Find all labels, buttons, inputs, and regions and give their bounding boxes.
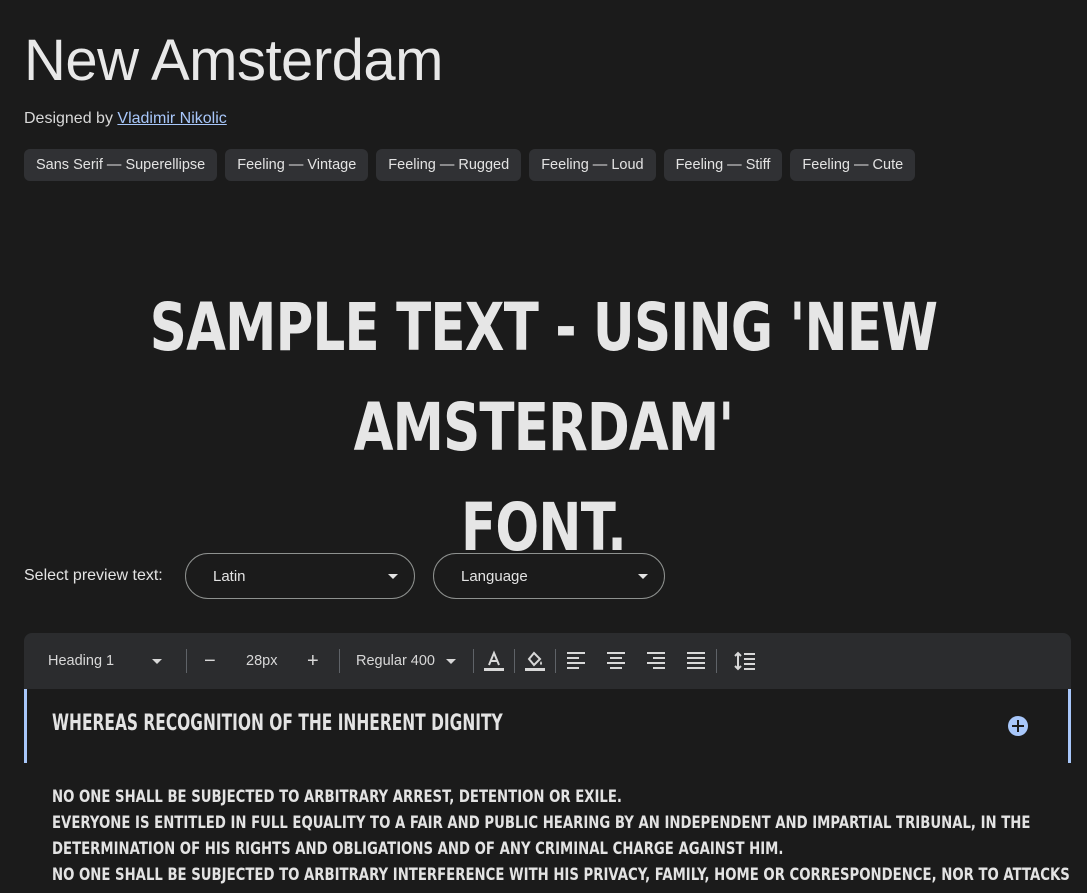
toolbar-divider <box>186 649 187 673</box>
chevron-down-icon <box>388 574 398 579</box>
toolbar-divider <box>555 649 556 673</box>
font-weight-value: Regular 400 <box>356 653 435 669</box>
text-style-value: Heading 1 <box>48 653 115 669</box>
text-color-icon[interactable] <box>483 650 505 672</box>
tag-feeling-rugged[interactable]: Feeling — Rugged <box>376 149 522 181</box>
align-center-icon[interactable] <box>605 650 627 672</box>
toolbar-divider <box>473 649 474 673</box>
editor-heading-text[interactable]: WHEREAS RECOGNITION OF THE INHERENT DIGN… <box>52 711 503 736</box>
script-select[interactable]: Latin <box>185 553 415 599</box>
editor-paragraph: NO ONE SHALL BE SUBJECTED TO ARBITRARY I… <box>52 865 1070 885</box>
tag-feeling-cute[interactable]: Feeling — Cute <box>790 149 916 181</box>
chevron-down-icon <box>638 574 648 579</box>
editor-paragraph: DETERMINATION OF HIS RIGHTS AND OBLIGATI… <box>52 839 784 859</box>
language-select[interactable]: Language <box>433 553 665 599</box>
language-select-value: Language <box>461 568 528 585</box>
align-right-icon[interactable] <box>645 650 667 672</box>
editor-paragraph: NO ONE SHALL BE SUBJECTED TO ARBITRARY A… <box>52 787 622 807</box>
script-select-value: Latin <box>213 568 246 585</box>
tag-list: Sans Serif — Superellipse Feeling — Vint… <box>24 149 916 181</box>
editor-body-text[interactable]: NO ONE SHALL BE SUBJECTED TO ARBITRARY A… <box>52 784 1070 888</box>
increase-size-button[interactable]: + <box>307 633 319 689</box>
text-style-dropdown[interactable]: Heading 1 <box>48 633 166 689</box>
editor-heading-block[interactable]: WHEREAS RECOGNITION OF THE INHERENT DIGN… <box>24 689 1071 763</box>
sample-text: SAMPLE TEXT - USING 'NEW AMSTERDAM' FONT… <box>135 278 952 578</box>
tag-feeling-stiff[interactable]: Feeling — Stiff <box>663 149 783 181</box>
decrease-size-button[interactable]: − <box>204 633 216 689</box>
font-size-value[interactable]: 28px <box>246 633 277 689</box>
toolbar-divider <box>716 649 717 673</box>
designed-by-label: Designed by <box>24 110 113 127</box>
add-text-button[interactable] <box>1008 716 1028 736</box>
preview-text-label: Select preview text: <box>24 567 163 584</box>
editor-toolbar: Heading 1 − 28px + Regular 400 <box>24 633 1071 689</box>
align-justify-icon[interactable] <box>685 650 707 672</box>
editor-paragraph: EVERYONE IS ENTITLED IN FULL EQUALITY TO… <box>52 813 1031 833</box>
tag-sans-serif-superellipse[interactable]: Sans Serif — Superellipse <box>24 149 218 181</box>
designer-line: Designed by Vladimir Nikolic <box>24 110 227 128</box>
sample-text-line-1: SAMPLE TEXT - USING 'NEW AMSTERDAM' <box>149 289 938 466</box>
tag-feeling-vintage[interactable]: Feeling — Vintage <box>225 149 369 181</box>
tag-feeling-loud[interactable]: Feeling — Loud <box>529 149 656 181</box>
line-height-icon[interactable] <box>734 650 756 672</box>
page-title: New Amsterdam <box>24 28 443 93</box>
toolbar-divider <box>339 649 340 673</box>
chevron-down-icon <box>446 659 456 664</box>
designer-link[interactable]: Vladimir Nikolic <box>117 110 226 127</box>
font-weight-dropdown[interactable]: Regular 400 <box>356 633 462 689</box>
align-left-icon[interactable] <box>565 650 587 672</box>
font-specimen-page: New Amsterdam Designed by Vladimir Nikol… <box>0 0 1087 893</box>
fill-color-icon[interactable] <box>524 650 546 672</box>
chevron-down-icon <box>152 659 162 664</box>
toolbar-divider <box>514 649 515 673</box>
